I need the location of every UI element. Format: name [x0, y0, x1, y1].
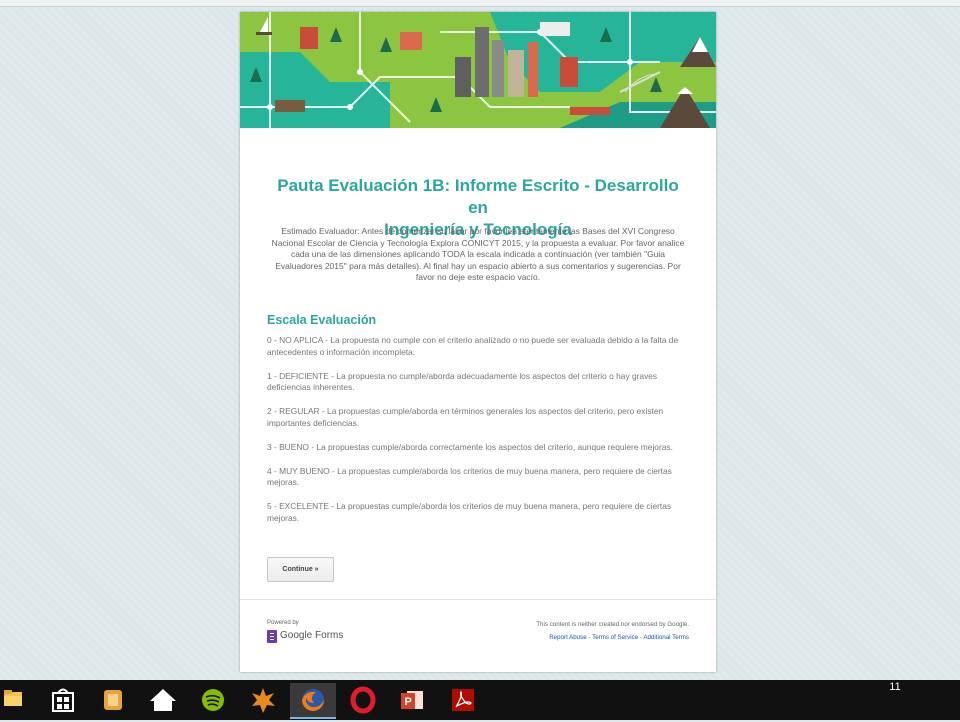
- footer-links: Report Abuse - Terms of Service - Additi…: [549, 634, 689, 641]
- header-banner-illustration: [240, 12, 716, 128]
- slide-page-number: 11: [889, 681, 901, 693]
- scale-item-4: 4 - MUY BUENO - La propuestas cumple/abo…: [267, 465, 672, 488]
- svg-text:P: P: [405, 696, 412, 708]
- form-description: Estimado Evaluador: Antes de comenzar su…: [271, 226, 685, 282]
- burst-app-icon[interactable]: [240, 683, 286, 717]
- taskbar: P 11: [0, 680, 960, 720]
- section-title: Escala Evaluación: [267, 313, 377, 327]
- google-forms-icon: [267, 630, 277, 643]
- browser-top-edge: [0, 0, 960, 7]
- store-icon[interactable]: [40, 683, 86, 717]
- powered-by-label: Powered by: [267, 620, 299, 626]
- scale-item-0: 0 - NO APLICA - La propuesta no cumple c…: [267, 335, 679, 357]
- evaluation-scale-list: 0 - NO APLICA - La propuesta no cumple c…: [267, 335, 692, 537]
- acrobat-pdf-icon[interactable]: [440, 683, 486, 717]
- report-abuse-link[interactable]: Report Abuse: [549, 634, 587, 641]
- form-title-line-1: Pauta Evaluación 1B: Informe Escrito - D…: [277, 176, 679, 217]
- firefox-icon[interactable]: [290, 683, 336, 719]
- footer-divider: [240, 599, 716, 600]
- notes-app-icon[interactable]: [90, 683, 136, 717]
- form-card: Pauta Evaluación 1B: Informe Escrito - D…: [240, 12, 716, 672]
- scale-item-5: 5 - EXCELENTE - La propuestas cumple/abo…: [267, 501, 672, 523]
- google-disclaimer: This content is neither created nor endo…: [536, 621, 689, 628]
- opera-icon[interactable]: [340, 683, 386, 717]
- google-forms-label: Google Forms: [280, 630, 344, 641]
- continue-button[interactable]: Continue »: [267, 557, 334, 582]
- scale-item-1: 1 - DEFICIENTE - La propuesta no cumple/…: [267, 370, 658, 393]
- scale-item-3: 3 - BUENO - La propuestas cumple/aborda …: [267, 441, 673, 452]
- powerpoint-icon[interactable]: P: [390, 683, 436, 717]
- scale-item-2: 2 - REGULAR - La propuestas cumple/abord…: [267, 406, 664, 428]
- terms-of-service-link[interactable]: Terms of Service: [592, 634, 638, 641]
- home-icon[interactable]: [140, 683, 186, 717]
- spotify-icon[interactable]: [190, 683, 236, 717]
- additional-terms-link[interactable]: Additional Terms: [643, 634, 689, 641]
